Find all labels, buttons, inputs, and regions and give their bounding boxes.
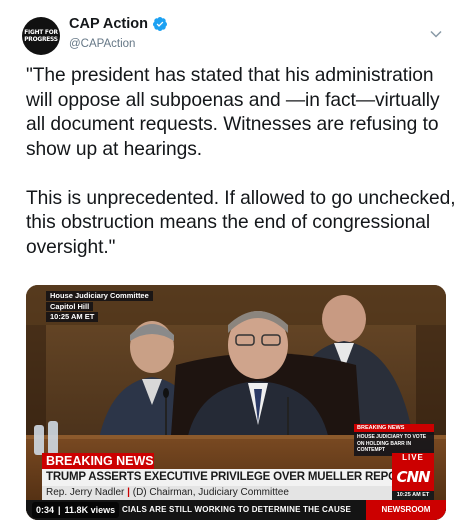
chevron-down-icon[interactable] — [430, 30, 442, 38]
show-name: NEWSROOM — [366, 500, 446, 520]
breaking-news-sidebar-title: BREAKING NEWS — [354, 424, 434, 432]
live-badge: LIVE — [392, 453, 434, 463]
stats-divider: | — [58, 505, 61, 515]
location-line-1: House Judiciary Committee — [46, 291, 153, 301]
avatar-text-line-2: PROGRESS — [24, 35, 58, 43]
broadcast-clock: 10:25 AM ET — [392, 491, 434, 500]
breaking-news-label: BREAKING NEWS — [42, 453, 154, 469]
location-chyron: House Judiciary Committee Capitol Hill 1… — [46, 291, 153, 323]
display-name[interactable]: CAP Action — [69, 16, 148, 32]
headline-chyron: TRUMP ASSERTS EXECUTIVE PRIVILEGE OVER M… — [42, 469, 392, 486]
avatar[interactable]: FIGHT FOR PROGRESS — [22, 17, 60, 55]
speaker-name: Rep. Jerry Nadler — [46, 487, 125, 498]
user-handle[interactable]: @CAPAction — [69, 38, 135, 50]
cnn-logo-text: CNN — [396, 468, 430, 486]
view-count: 11.8K views — [64, 505, 116, 515]
breaking-news-sidebar-text: HOUSE JUDICIARY TO VOTE ON HOLDING BARR … — [354, 432, 434, 456]
video-player[interactable]: House Judiciary Committee Capitol Hill 1… — [26, 285, 446, 520]
chyron-separator: | — [127, 487, 130, 498]
ticker-text: CIALS ARE STILL WORKING TO DETERMINE THE… — [122, 505, 352, 514]
video-stats-overlay: 0:34 | 11.8K views — [32, 502, 120, 518]
elapsed-time: 0:34 — [36, 505, 55, 515]
author-name-row: CAP Action — [69, 16, 168, 32]
verified-badge-icon — [152, 17, 167, 31]
speaker-title: (D) Chairman, Judiciary Committee — [132, 487, 289, 498]
breaking-news-sidebar: BREAKING NEWS HOUSE JUDICIARY TO VOTE ON… — [354, 424, 434, 456]
location-line-3: 10:25 AM ET — [46, 312, 99, 322]
location-line-2: Capitol Hill — [46, 301, 94, 311]
tweet-card: FIGHT FOR PROGRESS CAP Action @CAPAction… — [0, 0, 469, 527]
cnn-logo: CNN — [392, 463, 434, 491]
tweet-text: "The president has stated that his admin… — [26, 65, 456, 258]
speaker-chyron: Rep. Jerry Nadler | (D) Chairman, Judici… — [42, 486, 392, 500]
